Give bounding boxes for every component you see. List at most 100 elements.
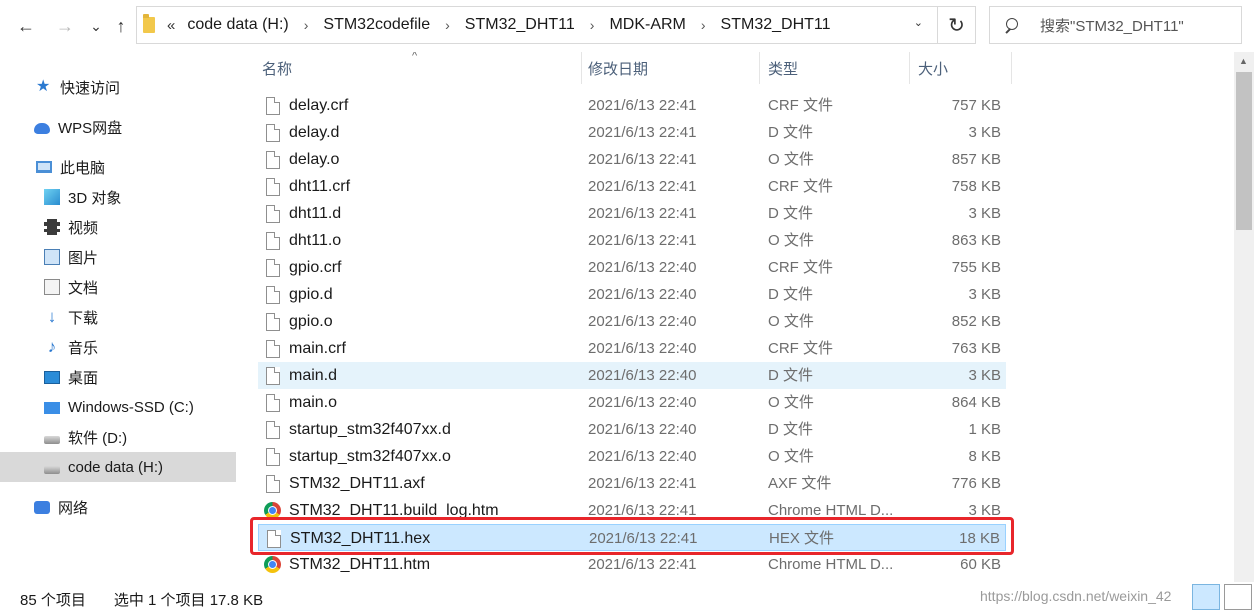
network-icon [34,500,50,514]
sidebar-item-music[interactable]: ♪ 音乐 [0,332,236,362]
file-date: 2021/6/13 22:41 [588,232,697,249]
file-icon [266,232,280,250]
sidebar-item-label: 3D 对象 [68,189,122,207]
recent-locations-chevron-icon[interactable]: ⌄ [83,12,109,40]
breadcrumb-item[interactable]: STM32codefile [319,16,434,34]
file-row[interactable]: delay.crf 2021/6/13 22:41 CRF 文件 757 KB [258,92,1006,119]
sidebar-item-videos[interactable]: 视频 [0,212,236,242]
address-dropdown-chevron-icon[interactable]: ⌄ [914,16,923,29]
sidebar-item-documents[interactable]: 文档 [0,272,236,302]
file-name: main.d [289,367,338,384]
file-row[interactable]: STM32_DHT11.htm 2021/6/13 22:41 Chrome HTM… [258,551,1006,578]
document-icon [44,279,60,295]
column-header-size[interactable]: 大小 [910,52,1012,84]
file-name: startup_stm32f407xx.d [289,421,451,438]
file-type: AXF 文件 [768,475,832,492]
up-arrow-icon[interactable]: ↑ [108,12,134,40]
file-name: dht11.o [289,232,342,249]
sidebar-item-3d-objects[interactable]: 3D 对象 [0,182,236,212]
file-name: dht11.crf [289,178,351,195]
file-icon [266,394,280,412]
file-size: 758 KB [951,178,1001,195]
file-row[interactable]: dht11.crf 2021/6/13 22:41 CRF 文件 758 KB [258,173,1006,200]
file-row[interactable]: delay.o 2021/6/13 22:41 O 文件 857 KB [258,146,1006,173]
refresh-button[interactable]: ↻ [937,7,975,43]
file-row[interactable]: dht11.d 2021/6/13 22:41 D 文件 3 KB [258,200,1006,227]
breadcrumb-item[interactable]: STM32_DHT11 [461,16,579,34]
address-bar[interactable]: « code data (H:) › STM32codefile › STM32… [136,6,976,44]
file-type: O 文件 [768,313,814,330]
file-type: Chrome HTML D... [768,556,894,573]
file-row[interactable]: main.crf 2021/6/13 22:40 CRF 文件 763 KB [258,335,1006,362]
breadcrumb-item[interactable]: code data (H:) [183,16,292,34]
sidebar-item-quick-access[interactable]: ★ 快速访问 [0,72,236,102]
sidebar-item-drive-c[interactable]: Windows-SSD (C:) [0,392,236,422]
breadcrumb-item[interactable]: MDK-ARM [605,16,689,34]
sidebar-item-label: Windows-SSD (C:) [68,398,194,416]
large-icons-view-button[interactable] [1224,584,1252,610]
folder-icon [143,14,155,33]
file-type: D 文件 [768,124,814,141]
file-type: CRF 文件 [768,178,833,195]
sidebar-item-drive-h[interactable]: code data (H:) [0,452,236,482]
search-input[interactable]: 搜索"STM32_DHT11" [1040,15,1184,36]
column-header-name[interactable]: 名称 [254,52,582,84]
breadcrumb: code data (H:) › STM32codefile › STM32_D… [183,16,834,34]
sidebar-item-drive-d[interactable]: 软件 (D:) [0,422,236,452]
file-row[interactable]: delay.d 2021/6/13 22:41 D 文件 3 KB [258,119,1006,146]
file-row[interactable]: STM32_DHT11.axf 2021/6/13 22:41 AXF 文件 776 … [258,470,1006,497]
search-box[interactable]: 搜索"STM32_DHT11" [989,6,1242,44]
file-date: 2021/6/13 22:41 [588,97,697,114]
file-row[interactable]: startup_stm32f407xx.o 2021/6/13 22:40 O 文件… [258,443,1006,470]
column-header-label: 名称 [262,60,293,78]
file-date: 2021/6/13 22:41 [588,124,697,141]
desktop-icon [44,370,60,384]
navigation-bar: ← → ⌄ ↑ « code data (H:) › STM32codefile… [0,0,1256,52]
column-header-date[interactable]: 修改日期 [580,52,760,84]
breadcrumb-overflow-icon[interactable]: « [167,17,175,34]
file-size: 3 KB [968,367,1001,384]
file-row[interactable]: gpio.crf 2021/6/13 22:40 CRF 文件 755 KB [258,254,1006,281]
file-row[interactable]: gpio.d 2021/6/13 22:40 D 文件 3 KB [258,281,1006,308]
sidebar-item-label: WPS网盘 [58,119,123,137]
breadcrumb-item[interactable]: STM32_DHT11 [717,16,835,34]
download-icon: ↓ [47,307,57,326]
file-date: 2021/6/13 22:40 [588,367,697,384]
file-date: 2021/6/13 22:40 [588,313,697,330]
file-row[interactable]: dht11.o 2021/6/13 22:41 O 文件 863 KB [258,227,1006,254]
file-row[interactable]: startup_stm32f407xx.d 2021/6/13 22:40 D 文件… [258,416,1006,443]
vertical-scrollbar[interactable]: ▲ [1234,52,1254,582]
file-name: delay.d [289,124,340,141]
file-name: gpio.d [289,286,333,303]
sidebar-item-downloads[interactable]: ↓ 下载 [0,302,236,332]
breadcrumb-separator-icon[interactable]: › [579,17,606,33]
drive-icon [44,402,60,414]
back-arrow-icon[interactable]: ← [13,12,39,40]
sidebar-item-label: 网络 [58,499,89,517]
sidebar-item-wps-drive[interactable]: WPS网盘 [0,112,236,142]
file-row[interactable]: main.o 2021/6/13 22:40 O 文件 864 KB [258,389,1006,416]
file-date: 2021/6/13 22:41 [588,178,697,195]
scrollbar-thumb[interactable] [1236,72,1252,230]
file-date: 2021/6/13 22:41 [588,205,697,222]
column-headers: 名称 修改日期 类型 大小 [240,52,1012,84]
forward-arrow-icon[interactable]: → [52,12,78,40]
sidebar-item-this-pc[interactable]: 此电脑 [0,152,236,182]
file-size: 776 KB [951,475,1001,492]
file-size: 864 KB [951,394,1001,411]
sidebar-item-network[interactable]: 网络 [0,492,236,522]
scroll-up-icon[interactable]: ▲ [1239,56,1248,66]
file-name: delay.o [289,151,340,168]
file-row[interactable]: main.d 2021/6/13 22:40 D 文件 3 KB [258,362,1006,389]
breadcrumb-separator-icon[interactable]: › [293,17,320,33]
sidebar-item-label: 此电脑 [60,159,106,177]
file-row[interactable]: gpio.o 2021/6/13 22:40 O 文件 852 KB [258,308,1006,335]
breadcrumb-separator-icon[interactable]: › [434,17,461,33]
details-view-button[interactable] [1192,584,1220,610]
file-date: 2021/6/13 22:40 [588,259,697,276]
column-header-type[interactable]: 类型 [760,52,910,84]
breadcrumb-separator-icon[interactable]: › [690,17,717,33]
sidebar-item-desktop[interactable]: 桌面 [0,362,236,392]
sidebar-item-pictures[interactable]: 图片 [0,242,236,272]
file-name: gpio.crf [289,259,342,276]
